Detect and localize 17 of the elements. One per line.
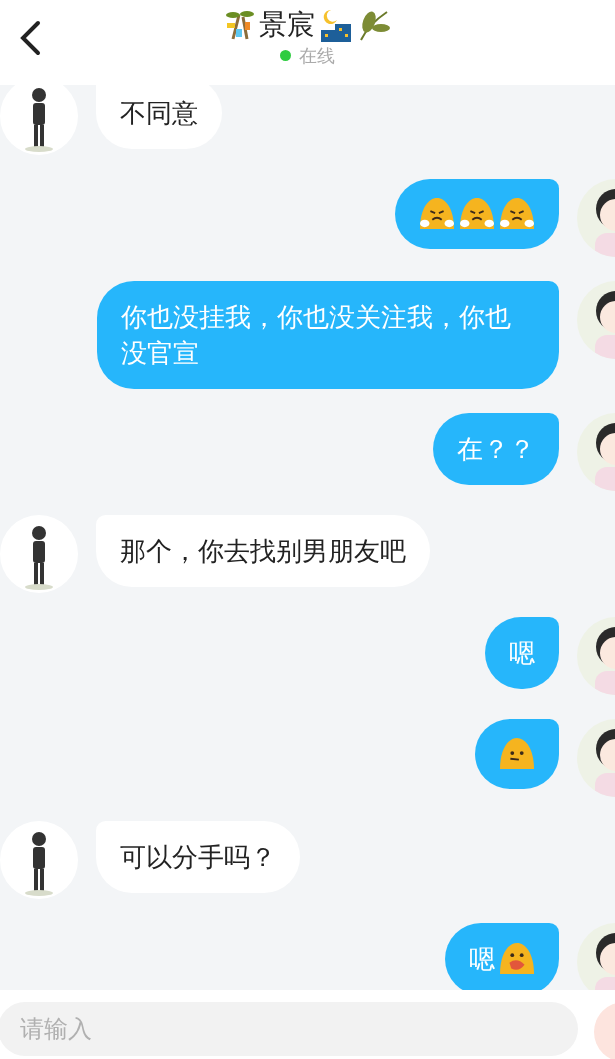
angry-emoji-icon <box>459 197 495 231</box>
bamboo-icon <box>224 9 255 41</box>
message-bubble: 不同意 <box>96 85 222 149</box>
message-bubble: 嗯 <box>485 617 559 689</box>
contact-name: 景宸 <box>258 11 315 39</box>
message-bubble: 在？？ <box>433 413 559 485</box>
message-bubble: 可以分手吗？ <box>96 821 300 893</box>
status-text: 在线 <box>299 44 335 68</box>
shocked-emoji-icon <box>499 942 535 976</box>
message-bubble: 嗯 <box>445 923 559 990</box>
message-input-field[interactable]: 请输入 <box>0 1002 578 1056</box>
neutral-emoji-icon <box>499 737 535 771</box>
angry-emoji-icon <box>419 197 455 231</box>
message-bubble: 你也没挂我，你也没关注我，你也没官宣 <box>97 281 559 389</box>
city-night-icon <box>318 8 353 42</box>
message-bubble: 那个，你去找别男朋友吧 <box>96 515 430 587</box>
angry-emoji-icon <box>499 197 535 231</box>
